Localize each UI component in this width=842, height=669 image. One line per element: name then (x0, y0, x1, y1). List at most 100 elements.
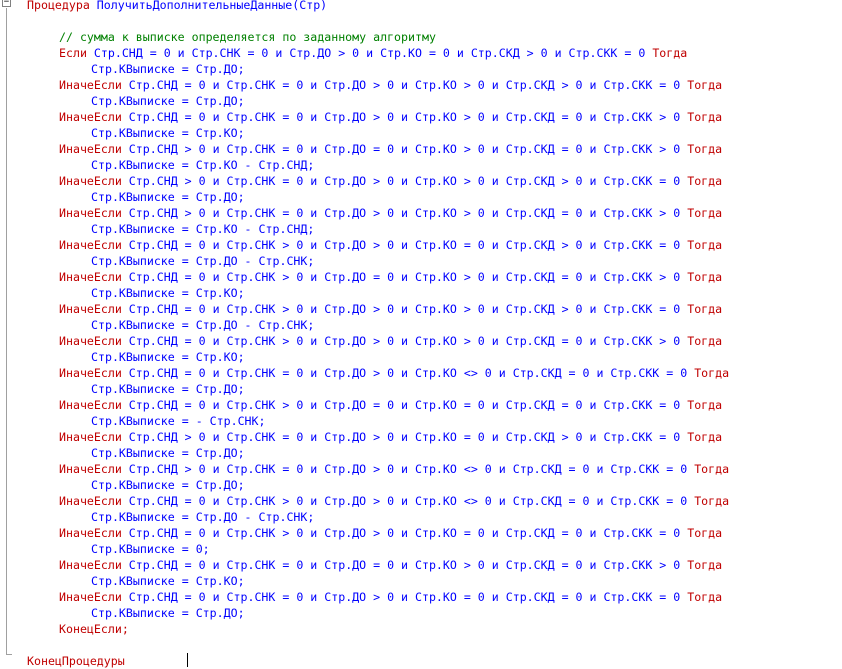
condition-expression: Стр.СНД = 0 и Стр.СНК > 0 и Стр.ДО = 0 и… (121, 398, 688, 412)
then-keyword: Тогда (694, 462, 730, 476)
branch-keyword: ИначеЕсли (59, 430, 122, 444)
condition-line[interactable]: ИначеЕсли Стр.СНД > 0 и Стр.СНК = 0 и Ст… (59, 429, 722, 445)
assignment-line[interactable]: Стр.КВыписке = Стр.ДО; (91, 189, 245, 205)
branch-keyword: ИначеЕсли (59, 334, 122, 348)
fold-guide-end (6, 654, 12, 655)
assignment-line[interactable]: Стр.КВыписке = Стр.КО; (91, 125, 245, 141)
text-cursor (187, 653, 188, 667)
condition-line[interactable]: ИначеЕсли Стр.СНД = 0 и Стр.СНК = 0 и Ст… (59, 557, 722, 573)
condition-line[interactable]: ИначеЕсли Стр.СНД = 0 и Стр.СНК > 0 и Ст… (59, 493, 729, 509)
then-keyword: Тогда (687, 174, 723, 188)
assignment-line[interactable]: Стр.КВыписке = Стр.КО - Стр.СНД; (91, 157, 314, 173)
condition-expression: Стр.СНД = 0 и Стр.СНК > 0 и Стр.ДО > 0 и… (121, 238, 688, 252)
condition-expression: Стр.СНД = 0 и Стр.СНК = 0 и Стр.ДО > 0 и… (121, 78, 688, 92)
condition-expression: Стр.СНД = 0 и Стр.СНК > 0 и Стр.ДО > 0 и… (121, 334, 688, 348)
branch-keyword: ИначеЕсли (59, 558, 122, 572)
branch-keyword: ИначеЕсли (59, 270, 122, 284)
condition-line[interactable]: ИначеЕсли Стр.СНД = 0 и Стр.СНК > 0 и Ст… (59, 269, 722, 285)
then-keyword: Тогда (687, 430, 723, 444)
condition-line[interactable]: Если Стр.СНД = 0 и Стр.СНК = 0 и Стр.ДО … (59, 45, 687, 61)
assignment-line[interactable]: Стр.КВыписке = Стр.ДО - Стр.СНК; (91, 317, 314, 333)
condition-line[interactable]: ИначеЕсли Стр.СНД > 0 и Стр.СНК = 0 и Ст… (59, 461, 729, 477)
condition-line[interactable]: ИначеЕсли Стр.СНД > 0 и Стр.СНК = 0 и Ст… (59, 141, 722, 157)
condition-line[interactable]: ИначеЕсли Стр.СНД = 0 и Стр.СНК = 0 и Ст… (59, 365, 729, 381)
collapse-icon[interactable]: − (2, 0, 11, 7)
condition-expression: Стр.СНД > 0 и Стр.СНК = 0 и Стр.ДО > 0 и… (121, 206, 688, 220)
assignment-line[interactable]: Стр.КВыписке = Стр.КО - Стр.СНД; (91, 221, 314, 237)
condition-line[interactable]: ИначеЕсли Стр.СНД = 0 и Стр.СНК = 0 и Ст… (59, 589, 722, 605)
end-if-line[interactable]: КонецЕсли; (59, 621, 129, 637)
condition-expression: Стр.СНД = 0 и Стр.СНК > 0 и Стр.ДО = 0 и… (121, 270, 688, 284)
procedure-header-line[interactable]: Процедура ПолучитьДополнительныеДанные(С… (27, 0, 327, 13)
then-keyword: Тогда (694, 366, 730, 380)
branch-keyword: ИначеЕсли (59, 398, 122, 412)
procedure-keyword: Процедура (27, 0, 90, 12)
assignment-line[interactable]: Стр.КВыписке = 0; (91, 541, 210, 557)
branch-keyword: ИначеЕсли (59, 206, 122, 220)
then-keyword: Тогда (687, 558, 723, 572)
condition-line[interactable]: ИначеЕсли Стр.СНД = 0 и Стр.СНК > 0 и Ст… (59, 397, 722, 413)
condition-expression: Стр.СНД = 0 и Стр.СНК = 0 и Стр.ДО > 0 и… (121, 366, 695, 380)
condition-expression: Стр.СНД = 0 и Стр.СНК = 0 и Стр.ДО > 0 и… (86, 46, 653, 60)
then-keyword: Тогда (687, 270, 723, 284)
condition-line[interactable]: ИначеЕсли Стр.СНД = 0 и Стр.СНК > 0 и Ст… (59, 333, 722, 349)
then-keyword: Тогда (652, 46, 688, 60)
branch-keyword: ИначеЕсли (59, 590, 122, 604)
branch-keyword: ИначеЕсли (59, 366, 122, 380)
branch-keyword: ИначеЕсли (59, 462, 122, 476)
assignment-line[interactable]: Стр.КВыписке = Стр.ДО; (91, 93, 245, 109)
branch-keyword: ИначеЕсли (59, 302, 122, 316)
branch-keyword: ИначеЕсли (59, 526, 122, 540)
condition-expression: Стр.СНД = 0 и Стр.СНК = 0 и Стр.ДО > 0 и… (121, 110, 688, 124)
then-keyword: Тогда (687, 78, 723, 92)
assignment-line[interactable]: Стр.КВыписке = Стр.ДО - Стр.СНК; (91, 253, 314, 269)
branch-keyword: ИначеЕсли (59, 174, 122, 188)
then-keyword: Тогда (687, 302, 723, 316)
condition-line[interactable]: ИначеЕсли Стр.СНД > 0 и Стр.СНК = 0 и Ст… (59, 173, 722, 189)
condition-line[interactable]: ИначеЕсли Стр.СНД = 0 и Стр.СНК > 0 и Ст… (59, 525, 722, 541)
condition-line[interactable]: ИначеЕсли Стр.СНД = 0 и Стр.СНК > 0 и Ст… (59, 301, 722, 317)
assignment-line[interactable]: Стр.КВыписке = Стр.ДО; (91, 61, 245, 77)
code-comment[interactable]: // сумма к выписке определяется по задан… (59, 29, 436, 45)
procedure-signature: ПолучитьДополнительныеДанные(Стр) (89, 0, 328, 12)
assignment-line[interactable]: Стр.КВыписке = Стр.КО; (91, 285, 245, 301)
condition-expression: Стр.СНД > 0 и Стр.СНК = 0 и Стр.ДО = 0 и… (121, 142, 688, 156)
fold-guide-line (6, 8, 7, 655)
assignment-line[interactable]: Стр.КВыписке = Стр.КО; (91, 573, 245, 589)
then-keyword: Тогда (687, 398, 723, 412)
condition-expression: Стр.СНД > 0 и Стр.СНК = 0 и Стр.ДО > 0 и… (121, 174, 688, 188)
assignment-line[interactable]: Стр.КВыписке = Стр.ДО; (91, 381, 245, 397)
assignment-line[interactable]: Стр.КВыписке = Стр.ДО; (91, 445, 245, 461)
condition-expression: Стр.СНД > 0 и Стр.СНК = 0 и Стр.ДО > 0 и… (121, 462, 695, 476)
condition-expression: Стр.СНД = 0 и Стр.СНК = 0 и Стр.ДО = 0 и… (121, 558, 688, 572)
then-keyword: Тогда (687, 110, 723, 124)
assignment-line[interactable]: Стр.КВыписке = Стр.ДО; (91, 605, 245, 621)
condition-expression: Стр.СНД > 0 и Стр.СНК = 0 и Стр.ДО > 0 и… (121, 430, 688, 444)
code-editor[interactable]: − Процедура ПолучитьДополнительныеДанные… (0, 0, 842, 668)
branch-keyword: ИначеЕсли (59, 142, 122, 156)
condition-line[interactable]: ИначеЕсли Стр.СНД = 0 и Стр.СНК > 0 и Ст… (59, 237, 722, 253)
then-keyword: Тогда (687, 238, 723, 252)
then-keyword: Тогда (687, 334, 723, 348)
branch-keyword: ИначеЕсли (59, 78, 122, 92)
then-keyword: Тогда (687, 526, 723, 540)
branch-keyword: ИначеЕсли (59, 238, 122, 252)
condition-expression: Стр.СНД = 0 и Стр.СНК > 0 и Стр.ДО > 0 и… (121, 526, 688, 540)
assignment-line[interactable]: Стр.КВыписке = Стр.КО; (91, 349, 245, 365)
assignment-line[interactable]: Стр.КВыписке = - Стр.СНК; (91, 413, 266, 429)
assignment-line[interactable]: Стр.КВыписке = Стр.ДО; (91, 477, 245, 493)
branch-keyword: ИначеЕсли (59, 494, 122, 508)
condition-expression: Стр.СНД = 0 и Стр.СНК > 0 и Стр.ДО > 0 и… (121, 302, 688, 316)
then-keyword: Тогда (687, 590, 723, 604)
then-keyword: Тогда (687, 206, 723, 220)
then-keyword: Тогда (694, 494, 730, 508)
then-keyword: Тогда (687, 142, 723, 156)
condition-line[interactable]: ИначеЕсли Стр.СНД > 0 и Стр.СНК = 0 и Ст… (59, 205, 722, 221)
condition-line[interactable]: ИначеЕсли Стр.СНД = 0 и Стр.СНК = 0 и Ст… (59, 109, 722, 125)
branch-keyword: Если (59, 46, 87, 60)
condition-expression: Стр.СНД = 0 и Стр.СНК > 0 и Стр.ДО > 0 и… (121, 494, 695, 508)
branch-keyword: ИначеЕсли (59, 110, 122, 124)
assignment-line[interactable]: Стр.КВыписке = Стр.ДО - Стр.СНК; (91, 509, 314, 525)
condition-line[interactable]: ИначеЕсли Стр.СНД = 0 и Стр.СНК = 0 и Ст… (59, 77, 722, 93)
condition-expression: Стр.СНД = 0 и Стр.СНК = 0 и Стр.ДО > 0 и… (121, 590, 688, 604)
